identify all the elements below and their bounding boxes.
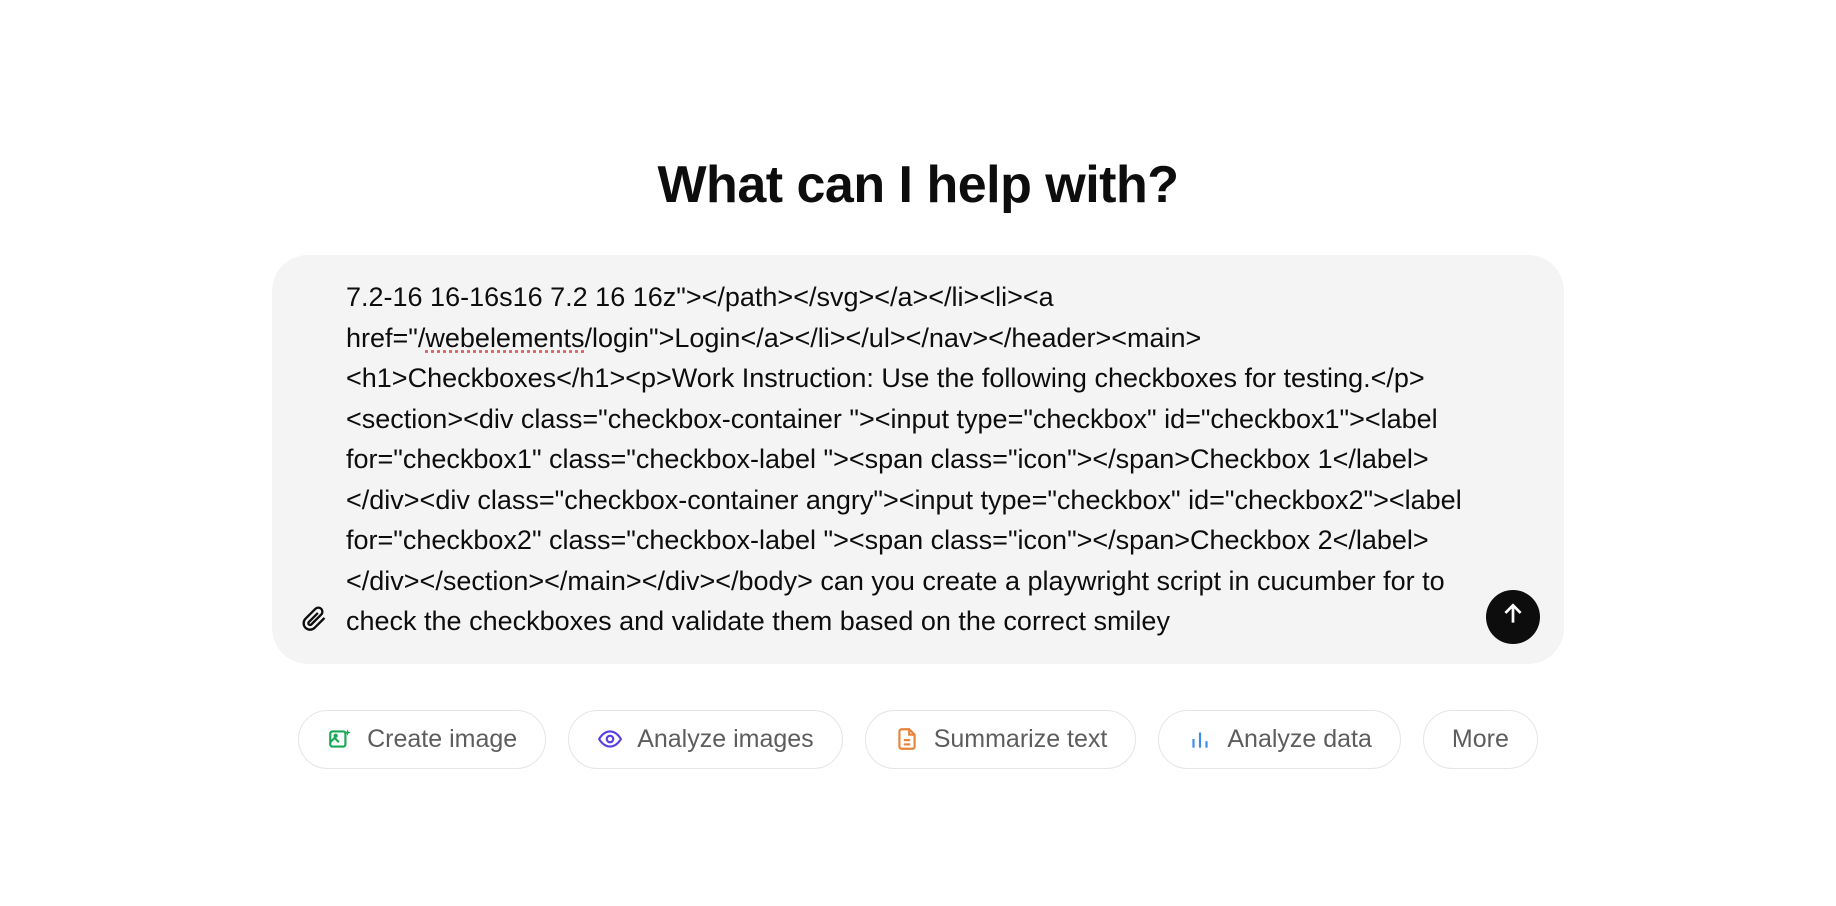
chip-label: Create image (367, 725, 517, 754)
image-sparkle-icon (327, 726, 353, 752)
chip-label: More (1452, 725, 1509, 754)
chip-label: Summarize text (934, 725, 1108, 754)
suggestion-more[interactable]: More (1423, 710, 1538, 769)
chip-label: Analyze data (1227, 725, 1372, 754)
bar-chart-icon (1187, 726, 1213, 752)
paperclip-icon (300, 605, 328, 638)
send-button[interactable] (1486, 590, 1540, 644)
attach-button[interactable] (296, 604, 332, 640)
arrow-up-icon (1500, 601, 1526, 632)
chip-label: Analyze images (637, 725, 813, 754)
suggestion-create-image[interactable]: Create image (298, 710, 546, 769)
document-icon (894, 726, 920, 752)
message-text-segment: /login">Login</a></li></ul></nav></heade… (346, 323, 1462, 637)
page-heading: What can I help with? (657, 155, 1178, 215)
suggestion-summarize-text[interactable]: Summarize text (865, 710, 1137, 769)
suggestion-analyze-data[interactable]: Analyze data (1158, 710, 1401, 769)
message-input[interactable]: 7.2-16 16-16s16 7.2 16 16z"></path></svg… (346, 273, 1472, 646)
suggestion-analyze-images[interactable]: Analyze images (568, 710, 842, 769)
eye-icon (597, 726, 623, 752)
message-input-panel: 7.2-16 16-16s16 7.2 16 16z"></path></svg… (272, 255, 1564, 664)
suggestion-chips-row: Create image Analyze images Summarize te… (272, 710, 1564, 769)
message-text-underlined: webelements (425, 323, 584, 353)
